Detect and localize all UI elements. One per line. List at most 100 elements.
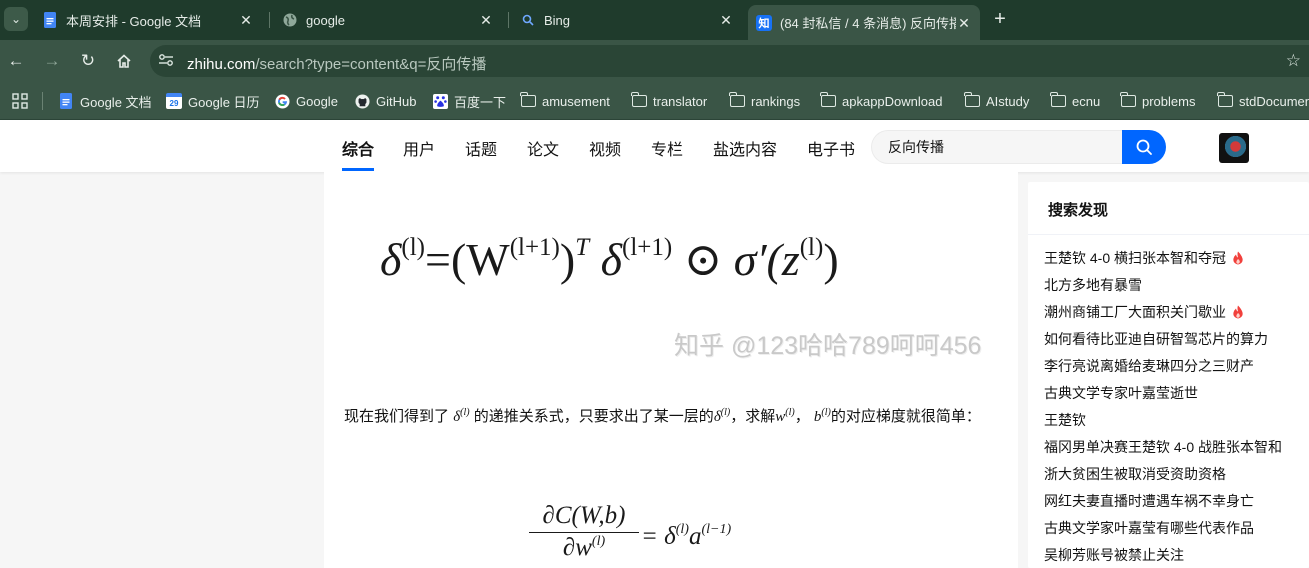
- tab-topics[interactable]: 话题: [465, 136, 497, 160]
- bookmark-folder-translator[interactable]: translator: [631, 91, 707, 111]
- forward-button[interactable]: →: [40, 49, 64, 73]
- discovery-item-text: 古典文学专家叶嘉莹逝世: [1044, 384, 1198, 401]
- folder-icon: [820, 92, 836, 109]
- discovery-item[interactable]: 北方多地有暴雪: [1044, 271, 1309, 298]
- close-icon[interactable]: ✕: [478, 12, 494, 28]
- discovery-item[interactable]: 潮州商铺工厂大面积关门歇业: [1044, 298, 1309, 325]
- search-discovery-panel: 搜索发现 王楚钦 4-0 横扫张本智和夺冠北方多地有暴雪潮州商铺工厂大面积关门歇…: [1028, 182, 1309, 568]
- discovery-item[interactable]: 李行亮说离婚给麦琳四分之三财产: [1044, 352, 1309, 379]
- globe-icon: [282, 12, 298, 28]
- tab-google-docs[interactable]: 本周安排 - Google 文档 ✕: [32, 0, 264, 40]
- bookmark-google[interactable]: Google: [274, 91, 338, 111]
- bookmark-label: translator: [653, 93, 708, 109]
- tab-columns[interactable]: 专栏: [651, 136, 683, 160]
- discovery-item[interactable]: 网红夫妻直播时遭遇车祸不幸身亡: [1044, 487, 1309, 514]
- bookmarks-divider: [42, 92, 43, 110]
- discovery-item[interactable]: 古典文学专家叶嘉莹逝世: [1044, 379, 1309, 406]
- chevron-down-icon: ⌄: [10, 12, 22, 26]
- tab-ebooks[interactable]: 电子书: [807, 136, 855, 160]
- home-icon: [117, 54, 131, 68]
- search-icon: [1136, 139, 1152, 155]
- url-path: /search?type=content&q=反向传播: [255, 56, 487, 73]
- discovery-item-text: 李行亮说离婚给麦琳四分之三财产: [1044, 357, 1254, 374]
- bookmark-google-calendar[interactable]: 29 Google 日历: [166, 91, 260, 111]
- tab-zhihu[interactable]: 知 (84 封私信 / 4 条消息) 反向传播 ✕: [748, 5, 980, 40]
- bookmark-label: apkappDownload: [842, 93, 943, 109]
- apps-button[interactable]: [12, 91, 28, 111]
- bookmark-folder-amusement[interactable]: amusement: [520, 91, 610, 111]
- url-text[interactable]: zhihu.com/search?type=content&q=反向传播: [187, 53, 486, 74]
- bookmark-label: GitHub: [376, 93, 417, 109]
- image-watermark: 知乎 @123哈哈789呵呵456: [674, 332, 982, 360]
- tab-title: (84 封私信 / 4 条消息) 反向传播: [780, 16, 956, 31]
- tab-google[interactable]: google ✕: [272, 0, 504, 40]
- reload-icon: ↻: [80, 51, 96, 70]
- tab-search-button[interactable]: ⌄: [4, 7, 28, 31]
- google-docs-icon: [42, 12, 58, 28]
- search-button[interactable]: [1122, 130, 1166, 164]
- bookmark-folder-stddocumen[interactable]: stdDocumen: [1217, 91, 1309, 111]
- discovery-item-text: 如何看待比亚迪自研智驾芯片的算力: [1044, 330, 1268, 347]
- search-input[interactable]: 反向传播: [871, 130, 1123, 164]
- discovery-item-text: 北方多地有暴雪: [1044, 276, 1142, 293]
- discovery-item[interactable]: 福冈男单决赛王楚钦 4-0 战胜张本智和: [1044, 433, 1309, 460]
- new-tab-button[interactable]: +: [988, 8, 1012, 32]
- bookmark-folder-ecnu[interactable]: ecnu: [1050, 91, 1100, 111]
- bookmark-folder-rankings[interactable]: rankings: [729, 91, 800, 111]
- discovery-item-text: 古典文学家叶嘉莹有哪些代表作品: [1044, 519, 1254, 536]
- tab-divider: [508, 12, 509, 28]
- tab-papers[interactable]: 论文: [527, 136, 559, 160]
- discovery-item[interactable]: 如何看待比亚迪自研智驾芯片的算力: [1044, 325, 1309, 352]
- bookmark-label: problems: [1142, 93, 1196, 109]
- home-button[interactable]: [112, 49, 136, 73]
- folder-icon: [729, 92, 745, 109]
- discovery-item[interactable]: 吴柳芳账号被禁止关注: [1044, 541, 1309, 568]
- avatar[interactable]: [1219, 133, 1249, 163]
- close-icon[interactable]: ✕: [718, 12, 734, 28]
- address-bar[interactable]: zhihu.com/search?type=content&q=反向传播 ☆: [150, 45, 1309, 77]
- bookmark-label: stdDocumen: [1239, 93, 1309, 109]
- tab-videos[interactable]: 视频: [589, 136, 621, 160]
- bookmark-github[interactable]: GitHub: [354, 91, 416, 111]
- folder-icon: [631, 92, 647, 109]
- panel-title: 搜索发现: [1048, 202, 1109, 219]
- discovery-item[interactable]: 王楚钦: [1044, 406, 1309, 433]
- bookmark-label: AIstudy: [986, 93, 1030, 109]
- baidu-icon: [432, 93, 448, 109]
- folder-icon: [520, 92, 536, 109]
- discovery-item-text: 吴柳芳账号被禁止关注: [1044, 546, 1184, 563]
- bookmark-folder-problems[interactable]: problems: [1120, 91, 1195, 111]
- discovery-item-text: 浙大贫困生被取消受资助资格: [1044, 465, 1226, 482]
- close-icon[interactable]: ✕: [956, 15, 972, 31]
- discovery-item[interactable]: 浙大贫困生被取消受资助资格: [1044, 460, 1309, 487]
- bookmark-baidu[interactable]: 百度一下: [432, 91, 506, 111]
- folder-icon: [1217, 92, 1233, 109]
- discovery-item-text: 福冈男单决赛王楚钦 4-0 战胜张本智和: [1044, 438, 1283, 455]
- discovery-item-text: 王楚钦: [1044, 411, 1086, 428]
- bookmark-folder-aistudy[interactable]: AIstudy: [964, 91, 1029, 111]
- discovery-item[interactable]: 王楚钦 4-0 横扫张本智和夺冠: [1044, 244, 1309, 271]
- zhihu-header: 综合 用户 话题 论文 视频 专栏 盐选内容 电子书 反向传播: [0, 120, 1309, 172]
- reload-button[interactable]: ↻: [76, 49, 100, 73]
- zhihu-icon: 知: [756, 14, 772, 31]
- bookmark-star-icon[interactable]: ☆: [1286, 51, 1301, 71]
- bookmark-label: amusement: [542, 93, 610, 109]
- bookmark-label: ecnu: [1072, 93, 1101, 109]
- tab-users[interactable]: 用户: [403, 136, 435, 160]
- github-icon: [354, 93, 370, 109]
- tab-bing[interactable]: Bing ✕: [510, 0, 744, 40]
- bookmark-folder-apkappdownload[interactable]: apkappDownload: [820, 91, 942, 111]
- tab-comprehensive[interactable]: 综合: [342, 136, 374, 160]
- google-docs-icon: [58, 93, 74, 109]
- tab-title: Bing: [544, 12, 571, 28]
- article-content: δ(l)=(W(l+1))T δ(l+1) ⊙ σ′(z(l)) 知乎 @123…: [324, 172, 1018, 568]
- bookmark-label: rankings: [751, 93, 801, 109]
- tab-salt-content[interactable]: 盐选内容: [713, 136, 777, 160]
- back-button[interactable]: ←: [4, 49, 28, 73]
- site-settings-icon[interactable]: [158, 53, 174, 69]
- close-icon[interactable]: ✕: [238, 12, 254, 28]
- bookmark-label: Google 文档: [80, 94, 152, 110]
- tab-title: google: [306, 12, 346, 28]
- bookmark-google-docs[interactable]: Google 文档: [58, 91, 152, 111]
- discovery-item[interactable]: 古典文学家叶嘉莹有哪些代表作品: [1044, 514, 1309, 541]
